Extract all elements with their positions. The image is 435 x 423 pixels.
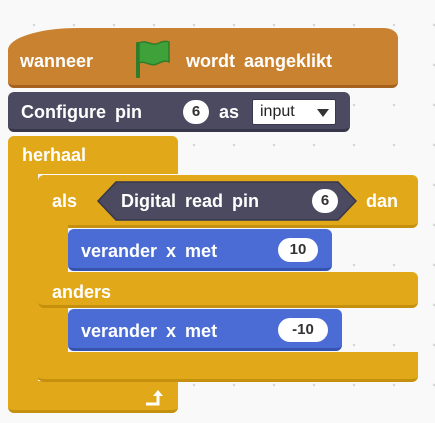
arrow-loop-icon — [143, 388, 169, 408]
configure-pin-input[interactable]: 6 — [183, 100, 209, 124]
pin-mode-dropdown[interactable]: input — [252, 99, 336, 125]
change-x-value-then[interactable]: 10 — [278, 238, 318, 262]
green-flag-icon — [130, 38, 172, 80]
dropdown-arrow-icon — [317, 109, 329, 117]
digital-read-pin-input[interactable]: 6 — [312, 189, 338, 213]
hat-label-clicked: wordt aangeklikt — [186, 51, 333, 71]
pin-mode-value: input — [260, 103, 295, 120]
configure-pin-label: Configure pin — [21, 102, 142, 122]
configure-as-label: as — [219, 102, 240, 122]
repeat-label: herhaal — [22, 145, 87, 165]
hat-label-wanneer: wanneer — [20, 51, 94, 71]
change-x-label-then: verander x met — [81, 241, 218, 261]
digital-read-label: Digital read pin — [121, 191, 260, 211]
repeat-arm — [8, 170, 38, 385]
if-else-footer — [38, 352, 418, 382]
then-label: dan — [366, 191, 399, 211]
else-label: anders — [52, 282, 112, 302]
if-label: als — [52, 191, 78, 211]
change-x-label-else: verander x met — [81, 321, 218, 341]
change-x-value-else[interactable]: -10 — [278, 318, 328, 342]
